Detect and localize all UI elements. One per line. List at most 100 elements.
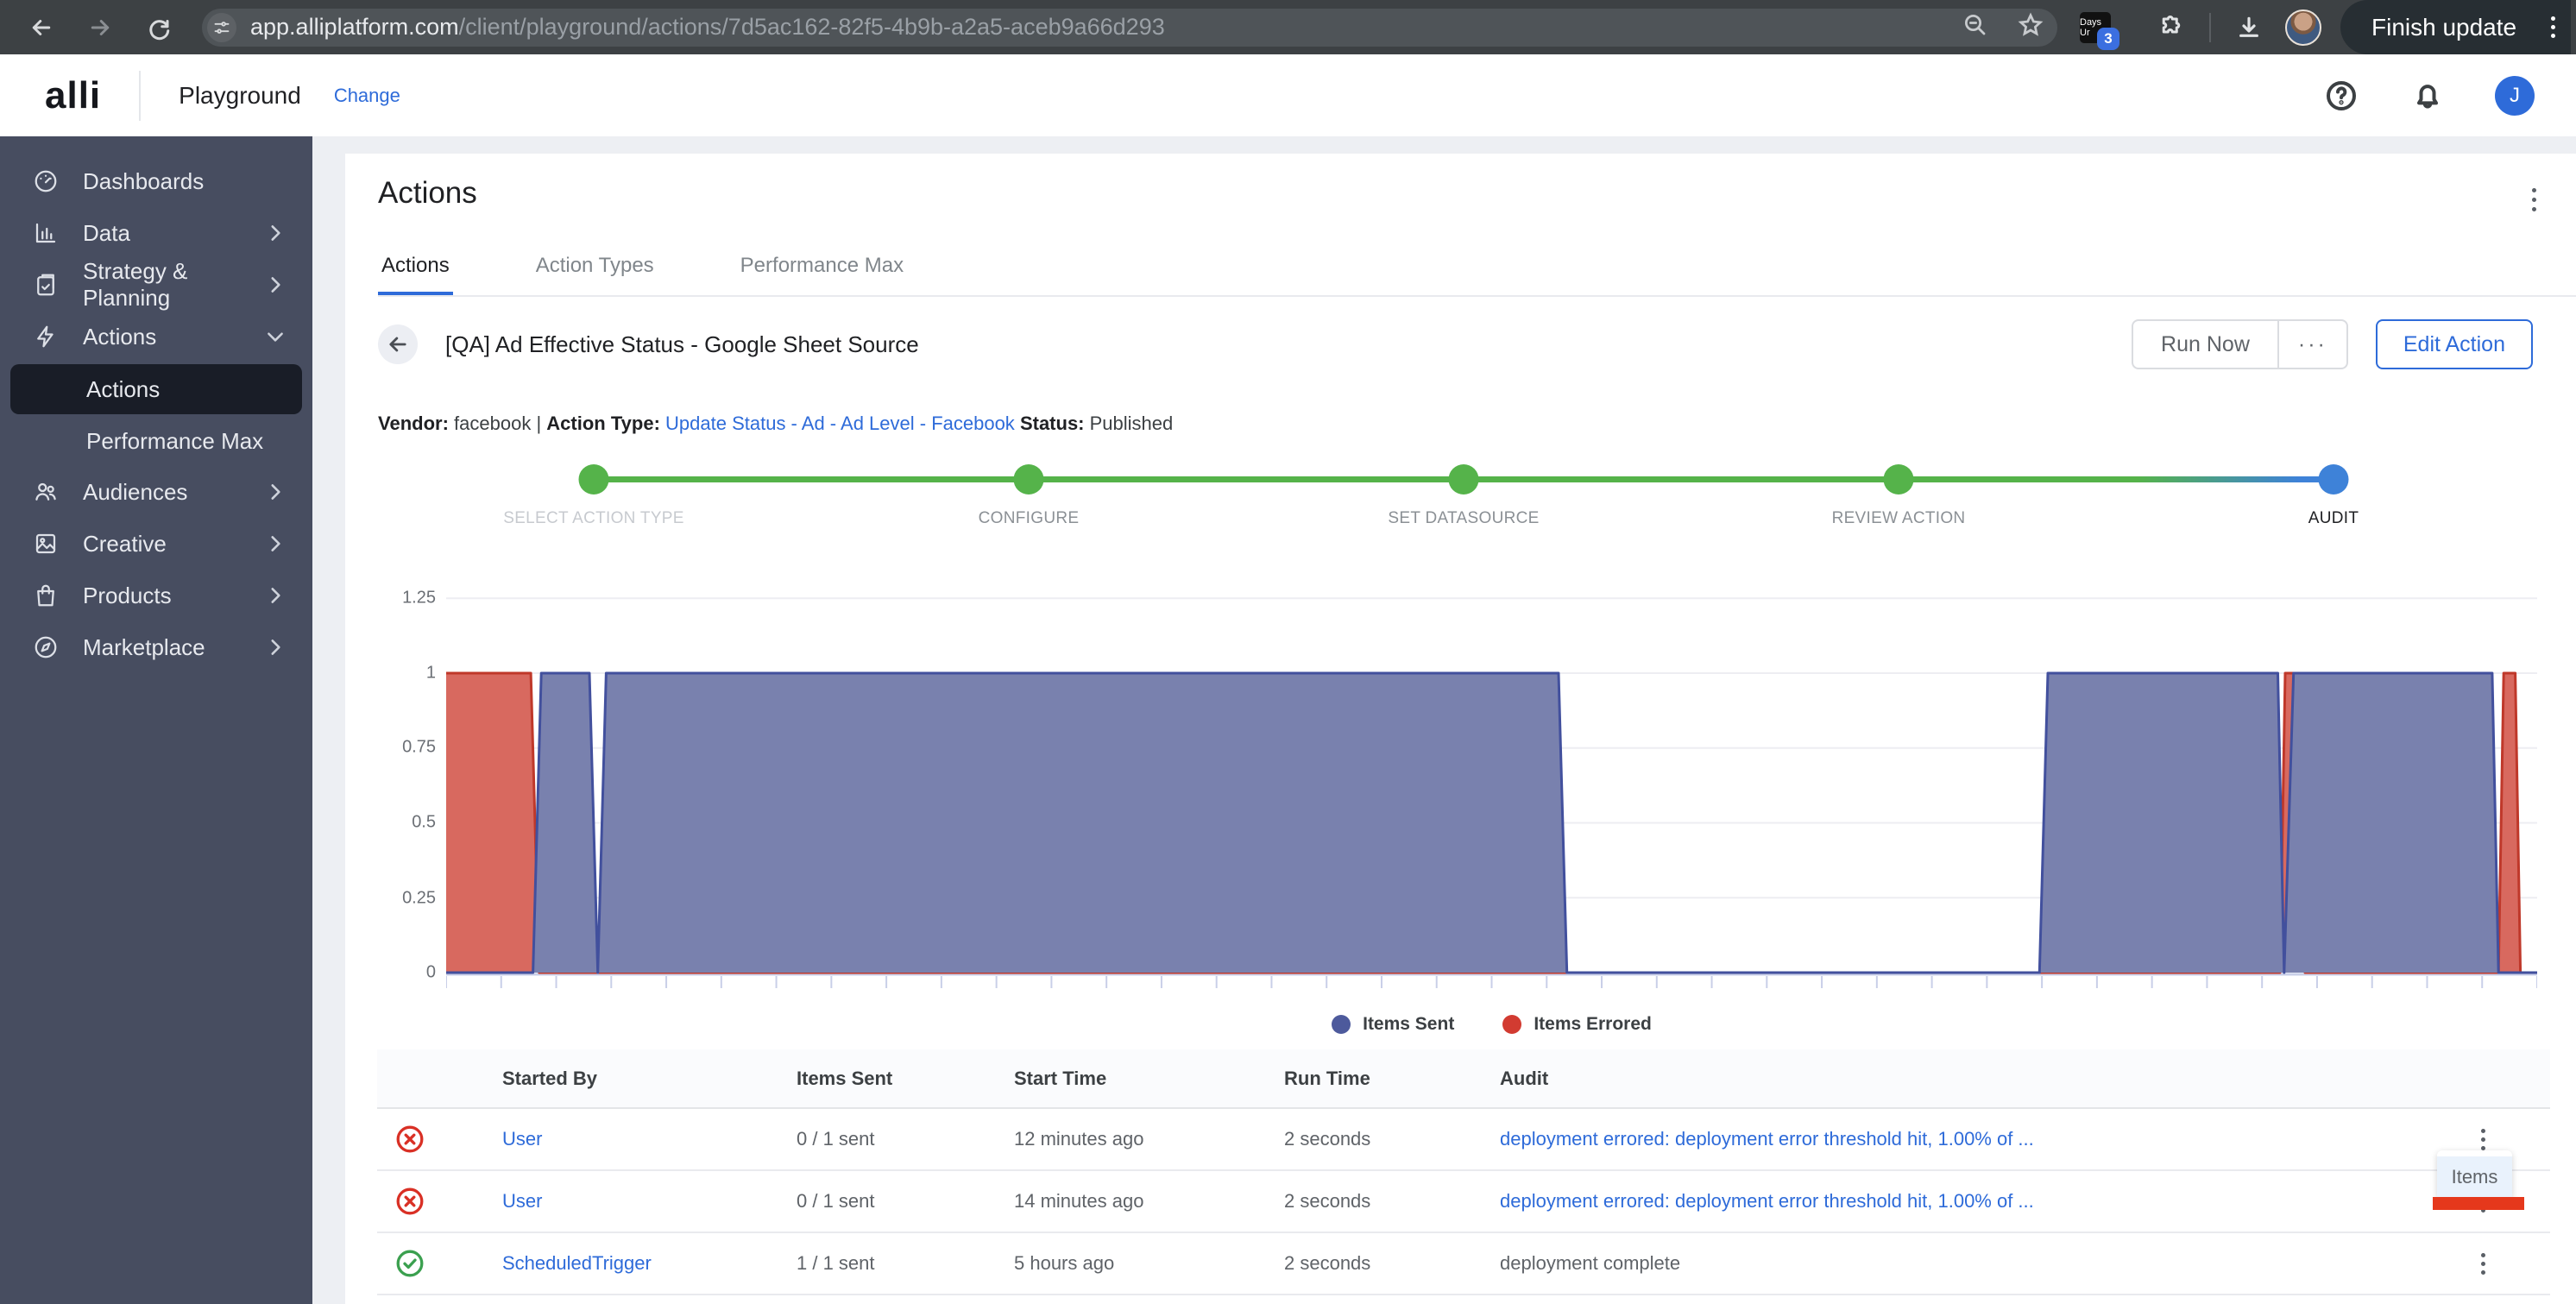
sidebar-item-label: Products [83, 583, 172, 609]
sidebar-item-label: Creative [83, 531, 167, 558]
help-icon[interactable] [2322, 77, 2360, 115]
start-time-cell: 14 minutes ago [1014, 1190, 1284, 1213]
tab-bar: Actions Action Types Performance Max [378, 242, 2576, 297]
y-axis-label: 0.75 [345, 738, 436, 758]
run-more-options-button[interactable]: ··· [2279, 321, 2346, 368]
tab-performance-max[interactable]: Performance Max [737, 242, 907, 295]
items-sent-dot [1332, 1015, 1351, 1034]
started-by-link[interactable]: User [502, 1190, 797, 1213]
browser-menu-icon[interactable] [2551, 16, 2555, 38]
table-row: ScheduledTrigger 1 / 1 sent 5 hours ago … [377, 1233, 2550, 1295]
sidebar-item-dashboards[interactable]: Dashboards [0, 155, 312, 207]
audit-link[interactable]: deployment errored: deployment error thr… [1500, 1190, 2412, 1213]
col-items-sent: Items Sent [797, 1068, 1014, 1090]
legend-items-sent: Items Sent [1332, 1014, 1454, 1035]
notifications-bell-icon[interactable] [2409, 77, 2447, 115]
user-avatar[interactable]: J [2495, 76, 2535, 116]
browser-profile-avatar[interactable] [2285, 9, 2321, 46]
audit-link[interactable]: deployment errored: deployment error thr… [1500, 1128, 2412, 1150]
sidebar-item-label: Dashboards [83, 168, 204, 195]
col-start-time: Start Time [1014, 1068, 1284, 1090]
sidebar-subitem-actions[interactable]: Actions [10, 364, 302, 414]
area-chart-plot[interactable] [446, 585, 2537, 995]
started-by-link[interactable]: User [502, 1128, 797, 1150]
action-type-link[interactable]: Update Status - Ad - Ad Level - Facebook [665, 413, 1015, 434]
sidebar-item-strategy-planning[interactable]: Strategy & Planning [0, 259, 312, 311]
change-client-link[interactable]: Change [334, 85, 400, 107]
back-button[interactable] [378, 324, 418, 364]
step-dot-configure[interactable] [1014, 464, 1044, 495]
sidebar-item-label: Audiences [83, 479, 187, 506]
browser-forward-icon[interactable] [83, 10, 117, 45]
content-card: Actions Actions Action Types Performance… [345, 154, 2576, 1304]
sidebar-item-actions[interactable]: Actions [0, 311, 312, 362]
page-menu-icon[interactable] [2532, 188, 2536, 211]
sidebar-item-marketplace[interactable]: Marketplace [0, 621, 312, 673]
row-menu-popup: Items [2433, 1150, 2524, 1210]
start-time-cell: 5 hours ago [1014, 1252, 1284, 1275]
downloads-icon[interactable] [2232, 10, 2266, 45]
sidebar-item-creative[interactable]: Creative [0, 518, 312, 570]
step-label-audit: AUDIT [2109, 509, 2558, 528]
sidebar-item-products[interactable]: Products [0, 570, 312, 621]
step-label-review-action: REVIEW ACTION [1674, 509, 2123, 528]
start-time-cell: 12 minutes ago [1014, 1128, 1284, 1150]
finish-update-button[interactable]: Finish update [2340, 0, 2571, 54]
run-now-split-button: Run Now ··· [2132, 319, 2348, 369]
status-value: Published [1090, 413, 1174, 434]
run-time-cell: 2 seconds [1284, 1252, 1500, 1275]
zoom-out-icon[interactable] [1962, 12, 1988, 42]
run-now-button[interactable]: Run Now [2133, 321, 2277, 368]
tab-action-types[interactable]: Action Types [532, 242, 658, 295]
client-name: Playground [179, 82, 301, 110]
alli-logo[interactable]: alli [45, 74, 101, 117]
browser-reload-icon[interactable] [142, 10, 176, 45]
vendor-label: Vendor: [378, 413, 449, 434]
chevron-right-icon [264, 274, 287, 296]
extension-badge: 3 [2097, 28, 2119, 50]
chevron-right-icon [264, 636, 287, 658]
step-dot-select-action-type[interactable] [579, 464, 609, 495]
days-until-extension-icon[interactable]: Days Ur 3 [2080, 12, 2111, 43]
site-settings-icon[interactable] [207, 13, 236, 42]
step-dot-audit[interactable] [2319, 464, 2349, 495]
browser-toolbar: app.alliplatform.com/client/playground/a… [0, 0, 2576, 54]
sidebar-item-data[interactable]: Data [0, 207, 312, 259]
table-row: User 0 / 1 sent 12 minutes ago 2 seconds… [377, 1109, 2550, 1171]
sidebar-subitem-label: Performance Max [86, 428, 263, 455]
sidebar-subitem-performance-max[interactable]: Performance Max [0, 416, 312, 466]
row-menu-icon[interactable] [2466, 1253, 2500, 1275]
col-audit: Audit [1500, 1068, 2412, 1090]
stepper-line [594, 476, 1899, 482]
vendor-value: facebook [454, 413, 531, 434]
action-meta: Vendor: facebook | Action Type: Update S… [378, 413, 1173, 435]
bookmark-star-icon[interactable] [2018, 12, 2044, 42]
popup-item-items[interactable]: Items [2437, 1156, 2512, 1197]
chevron-right-icon [264, 584, 287, 607]
popup-red-bar[interactable] [2433, 1197, 2524, 1210]
people-icon [33, 479, 59, 505]
sidebar: Dashboards Data Strategy & Planning Acti… [0, 136, 312, 1304]
address-bar[interactable]: app.alliplatform.com/client/playground/a… [202, 9, 2057, 47]
image-icon [33, 531, 59, 557]
sidebar-item-audiences[interactable]: Audiences [0, 466, 312, 518]
tab-actions[interactable]: Actions [378, 242, 453, 295]
runs-table: Started By Items Sent Start Time Run Tim… [377, 1049, 2550, 1295]
chart-legend: Items Sent Items Errored [446, 1014, 2537, 1035]
edit-action-button[interactable]: Edit Action [2376, 319, 2533, 369]
chevron-right-icon [264, 532, 287, 555]
sidebar-item-label: Actions [83, 324, 156, 350]
action-title: [QA] Ad Effective Status - Google Sheet … [445, 331, 919, 358]
success-status-icon [394, 1248, 425, 1279]
run-time-cell: 2 seconds [1284, 1190, 1500, 1213]
started-by-link[interactable]: ScheduledTrigger [502, 1252, 797, 1275]
popup-card: Items [2437, 1150, 2512, 1197]
step-dot-set-datasource[interactable] [1449, 464, 1479, 495]
browser-back-icon[interactable] [24, 10, 59, 45]
row-menu-icon[interactable] [2466, 1129, 2500, 1150]
extensions-puzzle-icon[interactable] [2154, 10, 2189, 45]
shopping-bag-icon [33, 583, 59, 608]
sidebar-item-label: Strategy & Planning [83, 258, 264, 312]
step-dot-review-action[interactable] [1884, 464, 1914, 495]
page-title: Actions [378, 176, 477, 211]
